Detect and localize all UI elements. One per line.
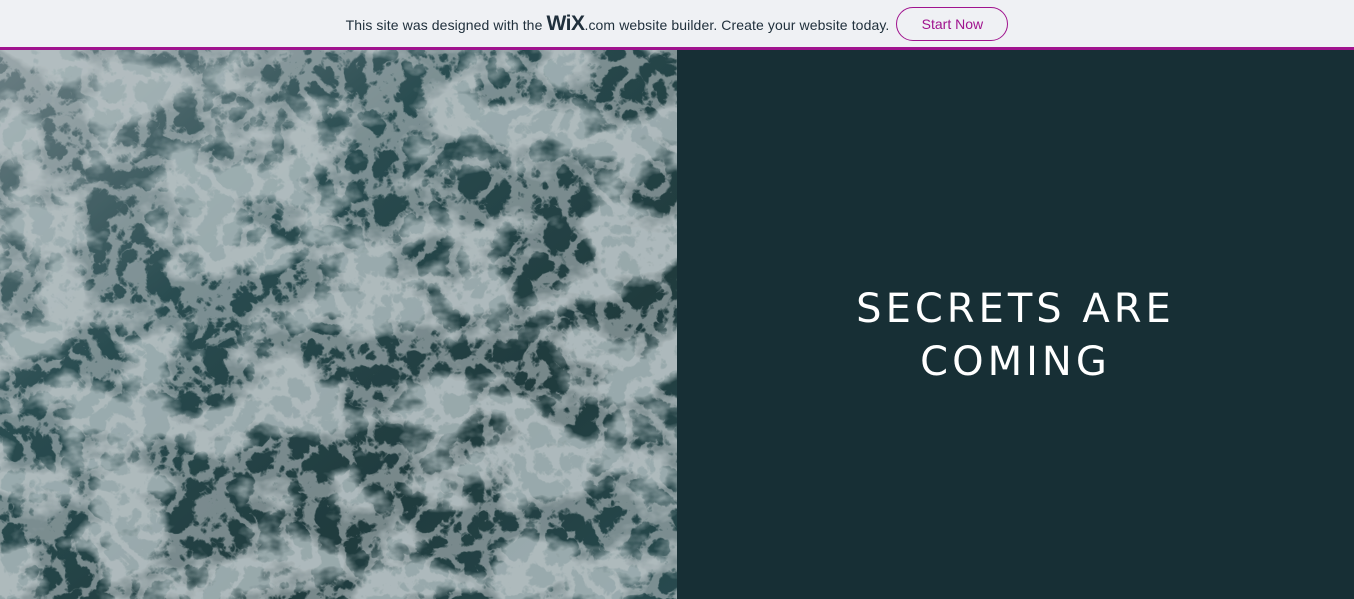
- headline-line-2: COMING: [920, 338, 1111, 385]
- ocean-waves-image: [0, 50, 677, 599]
- banner-message: This site was designed with the WiX .com…: [346, 12, 890, 36]
- hero-section: SECRETS ARE COMING: [0, 50, 1354, 599]
- start-now-button[interactable]: Start Now: [896, 6, 1009, 41]
- coming-soon-panel: SECRETS ARE COMING: [677, 50, 1354, 599]
- wix-logo[interactable]: WiX: [546, 12, 584, 36]
- headline-line-1: SECRETS ARE: [856, 285, 1175, 332]
- banner-text-after: website builder. Create your website tod…: [619, 16, 890, 33]
- wix-logo-suffix: .com: [584, 16, 616, 33]
- banner-text-before: This site was designed with the: [345, 16, 543, 33]
- page-headline: SECRETS ARE COMING: [856, 283, 1175, 389]
- wix-promo-banner: This site was designed with the WiX .com…: [0, 0, 1354, 50]
